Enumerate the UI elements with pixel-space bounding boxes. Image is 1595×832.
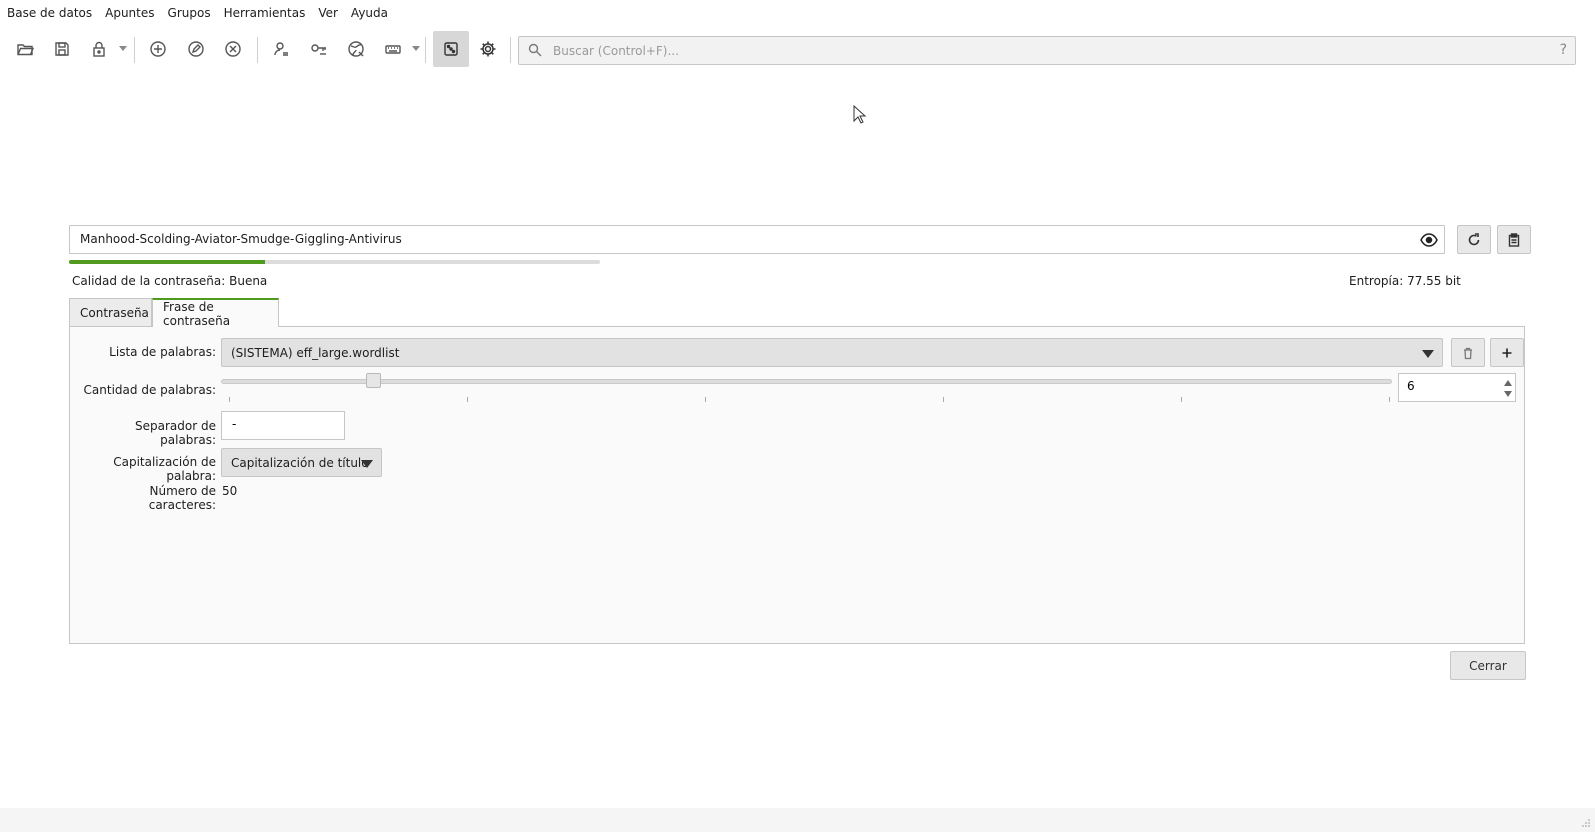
toolbar-separator	[425, 37, 426, 63]
add-entry-button[interactable]	[143, 34, 173, 64]
regenerate-button[interactable]	[1457, 225, 1491, 254]
menu-groups[interactable]: Grupos	[168, 6, 211, 20]
copy-to-clipboard-button[interactable]	[1497, 225, 1531, 254]
menu-database[interactable]: Base de datos	[7, 6, 92, 20]
generated-password-field[interactable]: Manhood-Scolding-Aviator-Smudge-Giggling…	[69, 225, 1445, 254]
delete-wordlist-button[interactable]	[1451, 338, 1485, 367]
slider-tick	[705, 397, 706, 402]
add-entry-icon	[150, 41, 166, 57]
status-bar	[0, 808, 1595, 832]
word-count-input[interactable]	[1407, 379, 1487, 393]
copy-password-icon	[311, 44, 326, 55]
wordlist-select[interactable]: (SISTEMA) eff_large.wordlist	[221, 338, 1443, 367]
search-help-icon[interactable]: ?	[1560, 42, 1567, 58]
password-generator-icon	[444, 42, 458, 56]
word-count-label: Cantidad de palabras:	[83, 383, 216, 397]
edit-entry-icon	[188, 41, 204, 57]
save-database-button[interactable]	[47, 34, 77, 64]
slider-tick	[1389, 397, 1390, 402]
copy-username-icon	[274, 42, 288, 56]
add-wordlist-button[interactable]	[1490, 338, 1524, 367]
generated-password-text[interactable]: Manhood-Scolding-Aviator-Smudge-Giggling…	[80, 232, 402, 246]
autotype-dropdown-arrow[interactable]	[412, 46, 420, 51]
delete-entry-button[interactable]	[218, 34, 248, 64]
refresh-icon	[1468, 232, 1480, 245]
autotype-button[interactable]	[378, 34, 408, 64]
tab-passphrase[interactable]: Frase de contraseña	[152, 298, 279, 328]
word-count-spinbox[interactable]	[1398, 373, 1516, 402]
password-generator-button[interactable]	[433, 31, 469, 67]
folder-open-icon	[17, 44, 34, 56]
eye-icon[interactable]	[1420, 232, 1438, 248]
menu-bar: Base de datos Apuntes Grupos Herramienta…	[0, 0, 1595, 26]
lock-database-button[interactable]	[84, 34, 114, 64]
save-icon	[55, 42, 69, 56]
slider-tick	[229, 397, 230, 402]
password-quality-label: Calidad de la contraseña: Buena	[72, 274, 268, 288]
spin-down-icon[interactable]	[1504, 391, 1512, 397]
resize-grip-icon[interactable]	[1581, 818, 1591, 828]
copy-username-button[interactable]	[266, 34, 296, 64]
capitalization-label: Capitalización de palabra:	[113, 455, 216, 483]
slider-tick	[467, 397, 468, 402]
toolbar-separator	[257, 37, 258, 63]
settings-icon	[480, 41, 496, 57]
toolbar-separator	[510, 37, 511, 63]
close-button[interactable]: Cerrar	[1450, 651, 1526, 680]
chevron-down-icon	[361, 460, 373, 468]
search-box[interactable]: ?	[518, 36, 1576, 65]
menu-entries[interactable]: Apuntes	[105, 6, 154, 20]
toolbar-separator	[134, 37, 135, 63]
clipboard-icon	[1508, 232, 1520, 247]
slider-tick	[1181, 397, 1182, 402]
separator-field[interactable]	[221, 411, 345, 440]
search-input[interactable]	[553, 37, 1533, 64]
menu-tools[interactable]: Herramientas	[224, 6, 306, 20]
entropy-label: Entropía: 77.55 bit	[1349, 274, 1461, 288]
passphrase-panel	[69, 326, 1525, 644]
lock-icon	[93, 41, 105, 57]
chevron-down-icon	[1422, 350, 1434, 358]
autotype-icon	[385, 45, 401, 54]
plus-icon	[1502, 348, 1512, 357]
wordlist-label: Lista de palabras:	[109, 345, 216, 359]
settings-button[interactable]	[473, 34, 503, 64]
capitalization-value: Capitalización de título	[231, 455, 369, 470]
word-count-slider[interactable]	[221, 379, 1392, 384]
capitalization-select[interactable]: Capitalización de título	[221, 448, 382, 477]
word-count-slider-handle[interactable]	[366, 373, 382, 388]
search-icon	[528, 43, 542, 57]
char-count-value: 50	[222, 484, 238, 498]
tab-password[interactable]: Contraseña	[69, 298, 152, 326]
wordlist-value: (SISTEMA) eff_large.wordlist	[231, 345, 400, 360]
lock-dropdown-arrow[interactable]	[119, 46, 127, 51]
delete-entry-icon	[225, 41, 241, 57]
open-url-button[interactable]	[341, 34, 371, 64]
separator-input[interactable]	[232, 417, 332, 431]
edit-entry-button[interactable]	[181, 34, 211, 64]
menu-help[interactable]: Ayuda	[351, 6, 388, 20]
separator-label: Separador de palabras:	[135, 419, 216, 447]
open-url-icon	[348, 41, 364, 57]
password-strength-fill	[69, 260, 266, 264]
open-database-button[interactable]	[10, 34, 40, 64]
copy-password-button[interactable]	[304, 34, 334, 64]
spin-up-icon[interactable]	[1504, 380, 1512, 386]
menu-view[interactable]: Ver	[318, 6, 338, 20]
password-strength-bar	[69, 260, 600, 264]
trash-icon	[1464, 347, 1472, 359]
mouse-cursor-icon	[853, 105, 867, 124]
slider-tick	[943, 397, 944, 402]
char-count-label: Número de caracteres:	[148, 484, 216, 512]
